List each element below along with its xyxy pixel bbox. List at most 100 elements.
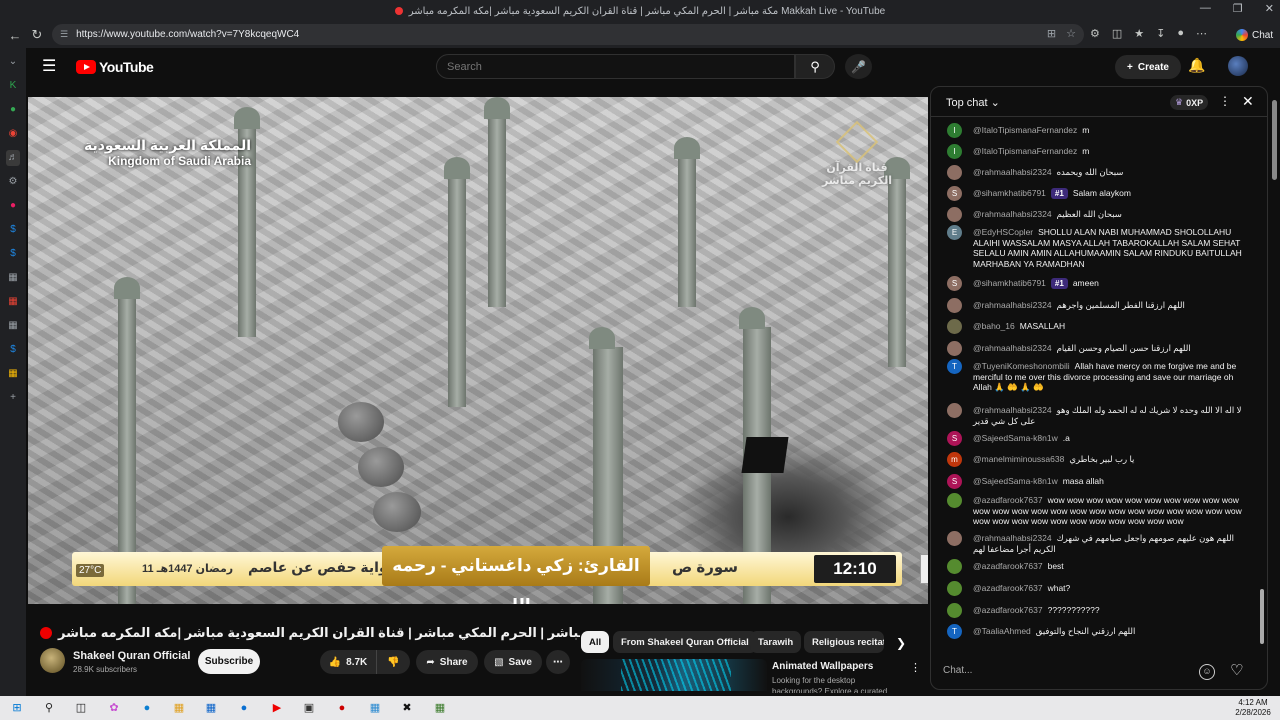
- close-window-button[interactable]: ✕: [1265, 2, 1274, 15]
- sidebar-app-icon[interactable]: ●: [6, 102, 20, 118]
- chat-author-name[interactable]: @rahmaalhabsi2324: [973, 533, 1052, 543]
- windows-start-icon[interactable]: ⊞: [8, 699, 26, 717]
- chat-menu-icon[interactable]: ⋮: [1219, 94, 1231, 108]
- chip-all[interactable]: All: [581, 631, 610, 653]
- chat-scroll-thumb[interactable]: [1260, 589, 1264, 644]
- chat-author-name[interactable]: @sihamkhatib6791: [973, 278, 1046, 288]
- close-chat-icon[interactable]: ✕: [1242, 93, 1254, 110]
- notifications-bell-icon[interactable]: 🔔: [1188, 57, 1205, 74]
- chat-author-avatar[interactable]: [947, 581, 962, 596]
- minimize-button[interactable]: —: [1200, 2, 1211, 15]
- hamburger-menu-icon[interactable]: ☰: [42, 58, 60, 76]
- sidebar-app-icon[interactable]: ●: [6, 198, 20, 214]
- chip-religious-recitation[interactable]: Religious recitat: [804, 631, 884, 653]
- chat-author-name[interactable]: @manelmiminoussa638: [973, 454, 1064, 464]
- copilot-taskbar-icon[interactable]: ✿: [105, 699, 123, 717]
- search-input[interactable]: [436, 54, 795, 79]
- chat-author-name[interactable]: @ItaloTipismanaFernandez: [973, 146, 1077, 156]
- sidebar-app-icon[interactable]: $: [6, 246, 20, 262]
- chat-author-avatar[interactable]: E: [947, 225, 962, 240]
- chip-from-channel[interactable]: From Shakeel Quran Official: [613, 631, 757, 653]
- heart-reaction-icon[interactable]: ♡: [1230, 661, 1243, 679]
- reload-icon[interactable]: ↻: [26, 27, 48, 43]
- top-chat-dropdown[interactable]: Top chat ⌄: [946, 96, 1000, 109]
- youtube-logo[interactable]: YouTube: [76, 59, 154, 75]
- page-scrollbar[interactable]: [1270, 86, 1278, 690]
- subscribe-button[interactable]: Subscribe: [198, 649, 260, 674]
- chat-author-name[interactable]: @rahmaalhabsi2324: [973, 209, 1052, 219]
- dislike-button[interactable]: 👎: [376, 650, 410, 674]
- emoji-picker-icon[interactable]: ☺: [1199, 664, 1215, 680]
- channel-name[interactable]: Shakeel Quran Official: [73, 650, 190, 662]
- sidebar-app-icon[interactable]: K: [6, 78, 20, 94]
- chat-author-avatar[interactable]: [947, 298, 962, 313]
- url-text[interactable]: https://www.youtube.com/watch?v=7Y8kcqeq…: [76, 29, 299, 40]
- bookmark-star-icon[interactable]: ☆: [1066, 27, 1076, 40]
- chat-author-name[interactable]: @sihamkhatib6791: [973, 188, 1046, 198]
- chat-author-avatar[interactable]: [947, 207, 962, 222]
- system-clock[interactable]: 4:12 AM 2/28/2026: [1228, 698, 1278, 718]
- chat-author-avatar[interactable]: S: [947, 431, 962, 446]
- chat-author-avatar[interactable]: [947, 341, 962, 356]
- chat-author-name[interactable]: @ItaloTipismanaFernandez: [973, 125, 1077, 135]
- chat-author-name[interactable]: @azadfarook7637: [973, 605, 1043, 615]
- chat-scrollbar[interactable]: [1260, 119, 1265, 647]
- sidebar-app-icon[interactable]: ◉: [6, 126, 20, 142]
- edge-taskbar-icon[interactable]: ●: [138, 699, 156, 717]
- install-app-icon[interactable]: ⊞: [1047, 27, 1056, 40]
- address-bar[interactable]: ☰ https://www.youtube.com/watch?v=7Y8kcq…: [52, 24, 1084, 45]
- chat-author-name[interactable]: @EdyHSCopler: [973, 227, 1033, 237]
- chat-author-avatar[interactable]: I: [947, 144, 962, 159]
- share-button[interactable]: ➦ Share: [416, 650, 478, 674]
- chat-author-avatar[interactable]: [947, 319, 962, 334]
- split-icon[interactable]: ◫: [1112, 27, 1122, 40]
- chip-tarawih[interactable]: Tarawih: [750, 631, 802, 653]
- browser-menu-icon[interactable]: ⋯: [1196, 27, 1207, 40]
- chat-author-name[interactable]: @azadfarook7637: [973, 583, 1043, 593]
- sidebar-app-icon[interactable]: ▦: [6, 366, 20, 382]
- page-scroll-thumb[interactable]: [1272, 100, 1277, 180]
- related-video-menu-icon[interactable]: ⋮: [910, 661, 921, 674]
- sidebar-audio-icon[interactable]: ♬: [6, 150, 20, 166]
- save-button[interactable]: ▧ Save: [484, 650, 542, 674]
- related-video-thumbnail[interactable]: [581, 659, 767, 691]
- chat-author-name[interactable]: @rahmaalhabsi2324: [973, 167, 1052, 177]
- app-taskbar-icon[interactable]: ▦: [431, 699, 449, 717]
- chat-author-name[interactable]: @SajeedSama-k8n1w: [973, 433, 1058, 443]
- app-taskbar-icon[interactable]: ✖: [398, 699, 416, 717]
- chat-author-avatar[interactable]: T: [947, 359, 962, 374]
- download-icon[interactable]: ↧: [1156, 27, 1165, 40]
- chat-author-avatar[interactable]: S: [947, 276, 962, 291]
- sidebar-collapse-icon[interactable]: ⌄: [6, 54, 20, 70]
- like-button[interactable]: 👍 8.7K: [320, 650, 376, 674]
- chat-author-name[interactable]: @azadfarook7637: [973, 561, 1043, 571]
- profile-icon[interactable]: ●: [1177, 27, 1184, 40]
- sidebar-app-icon[interactable]: ▦: [6, 294, 20, 310]
- chat-author-name[interactable]: @azadfarook7637: [973, 495, 1043, 505]
- chat-author-avatar[interactable]: m: [947, 452, 962, 467]
- sidebar-app-icon[interactable]: ▦: [6, 270, 20, 286]
- chat-author-avatar[interactable]: I: [947, 123, 962, 138]
- chat-author-name[interactable]: @rahmaalhabsi2324: [973, 343, 1052, 353]
- sidebar-app-icon[interactable]: $: [6, 342, 20, 358]
- chevron-right-icon[interactable]: ❯: [896, 636, 906, 650]
- site-info-icon[interactable]: ☰: [60, 29, 68, 40]
- chat-author-name[interactable]: @SajeedSama-k8n1w: [973, 476, 1058, 486]
- chat-author-avatar[interactable]: [947, 403, 962, 418]
- chat-author-name[interactable]: @baho_16: [973, 321, 1015, 331]
- chat-author-avatar[interactable]: [947, 165, 962, 180]
- chat-input[interactable]: Chat...: [943, 660, 1183, 682]
- video-player[interactable]: المملكة العربية السعودية Kingdom of Saud…: [28, 97, 928, 604]
- xp-badge[interactable]: ♛ 0XP: [1170, 95, 1209, 110]
- chat-author-avatar[interactable]: [947, 493, 962, 508]
- chat-author-avatar[interactable]: S: [947, 186, 962, 201]
- search-taskbar-icon[interactable]: ⚲: [40, 699, 58, 717]
- voice-search-button[interactable]: 🎤: [845, 54, 872, 79]
- extension-icon[interactable]: ⚙: [1090, 27, 1100, 40]
- task-view-icon[interactable]: ◫: [72, 699, 90, 717]
- sidebar-app-icon[interactable]: ▦: [6, 318, 20, 334]
- chat-author-avatar[interactable]: [947, 603, 962, 618]
- chat-author-avatar[interactable]: [947, 531, 962, 546]
- app-taskbar-icon[interactable]: ▣: [300, 699, 318, 717]
- copilot-chat-button[interactable]: Chat: [1230, 25, 1279, 45]
